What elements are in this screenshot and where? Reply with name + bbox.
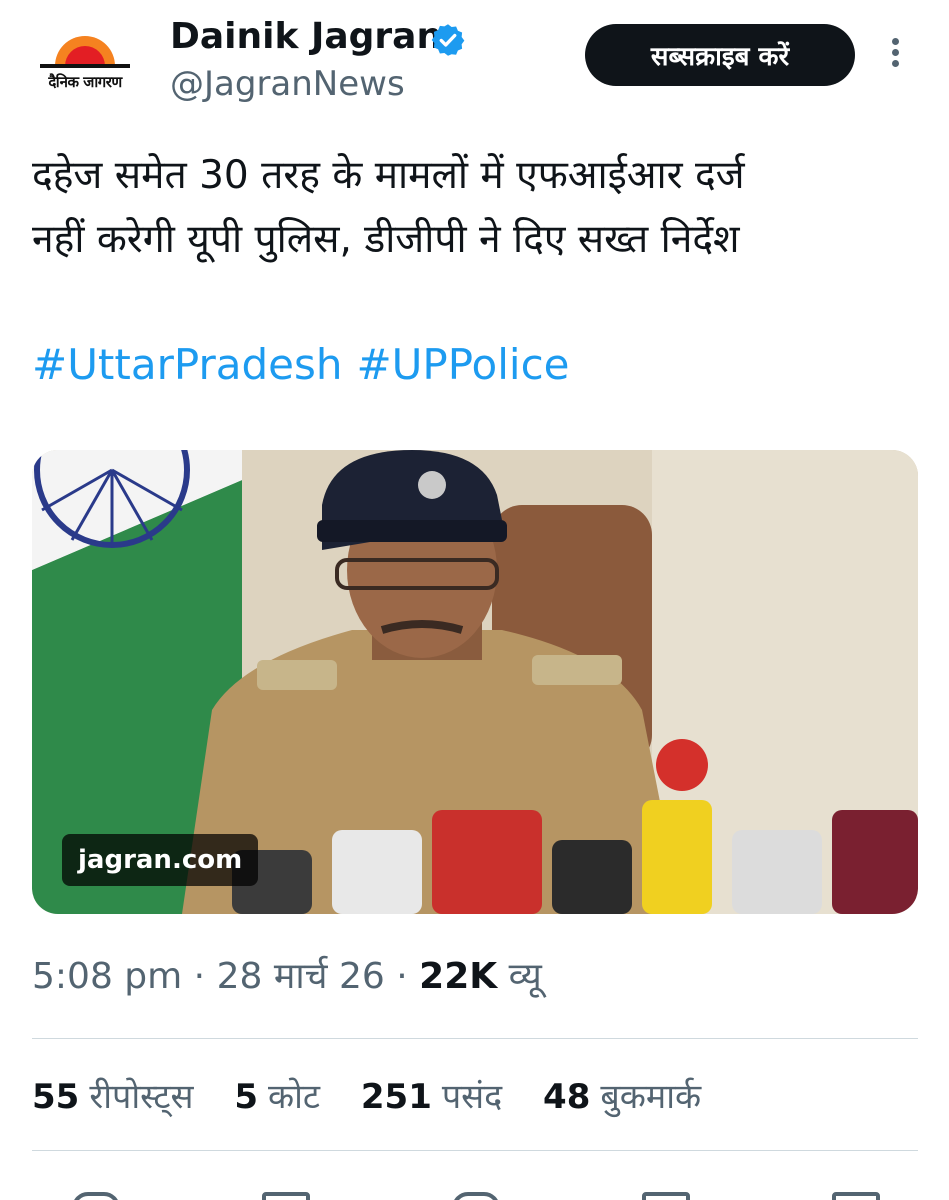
likes-count: 251 (360, 1077, 432, 1117)
views-count: 22K (419, 956, 498, 997)
tweet-text-line: दहेज समेत 30 तरह के मामलों में एफआईआर दर… (32, 153, 745, 198)
meta-separator: · (193, 956, 206, 997)
tweet-time[interactable]: 5:08 pm (32, 956, 182, 997)
tweet-text: दहेज समेत 30 तरह के मामलों में एफआईआर दर… (32, 144, 912, 272)
like-icon[interactable] (452, 1192, 500, 1200)
share-icon[interactable] (832, 1192, 880, 1200)
engagement-stats: 55 रीपोस्ट्स 5 कोट 251 पसंद 48 बुकमार्क (32, 1072, 731, 1118)
meta-separator: · (396, 956, 408, 997)
quotes-count: 5 (234, 1077, 258, 1117)
verified-badge-icon (431, 24, 465, 56)
more-dots-icon[interactable] (880, 34, 910, 74)
reposts-stat[interactable]: 55 रीपोस्ट्स (32, 1077, 194, 1117)
tweet-header: दैनिक जागरण Dainik Jagran @JagranNews सब… (0, 0, 949, 120)
likes-stat[interactable]: 251 पसंद (361, 1077, 502, 1117)
hashtags: #UttarPradesh #UPPolice (32, 340, 584, 389)
media-source-badge: jagran.com (62, 834, 259, 886)
action-bar (0, 1180, 949, 1200)
quotes-label: कोट (268, 1077, 321, 1117)
hashtag-link[interactable]: #UPPolice (356, 340, 569, 389)
bookmarks-label: बुकमार्क (600, 1077, 702, 1117)
bookmarks-count: 48 (543, 1077, 591, 1117)
views-label: व्यू (508, 956, 542, 997)
hashtag-link[interactable]: #UttarPradesh (32, 340, 342, 389)
reposts-label: रीपोस्ट्स (89, 1077, 194, 1117)
reply-icon[interactable] (72, 1192, 120, 1200)
tweet-date[interactable]: 28 मार्च 26 (217, 956, 385, 997)
reposts-count: 55 (32, 1077, 80, 1117)
logo-text: दैनिक जागरण (48, 73, 122, 91)
quotes-stat[interactable]: 5 कोट (234, 1077, 320, 1117)
dainik-jagran-logo-icon (40, 36, 130, 68)
account-name[interactable]: Dainik Jagran (170, 16, 442, 57)
bookmarks-stat[interactable]: 48 बुकमार्क (543, 1077, 701, 1117)
tweet-meta: 5:08 pm · 28 मार्च 26 · 22K व्यू (32, 950, 542, 999)
bookmark-icon[interactable] (642, 1192, 690, 1200)
repost-icon[interactable] (262, 1192, 310, 1200)
avatar[interactable]: दैनिक जागरण (30, 20, 140, 110)
subscribe-button[interactable]: सब्सक्राइब करें (585, 24, 855, 86)
likes-label: पसंद (441, 1077, 503, 1117)
tweet-text-line: नहीं करेगी यूपी पुलिस, डीजीपी ने दिए सख्… (32, 217, 740, 262)
divider (32, 1150, 918, 1151)
divider (32, 1038, 918, 1039)
account-handle[interactable]: @JagranNews (170, 64, 405, 104)
